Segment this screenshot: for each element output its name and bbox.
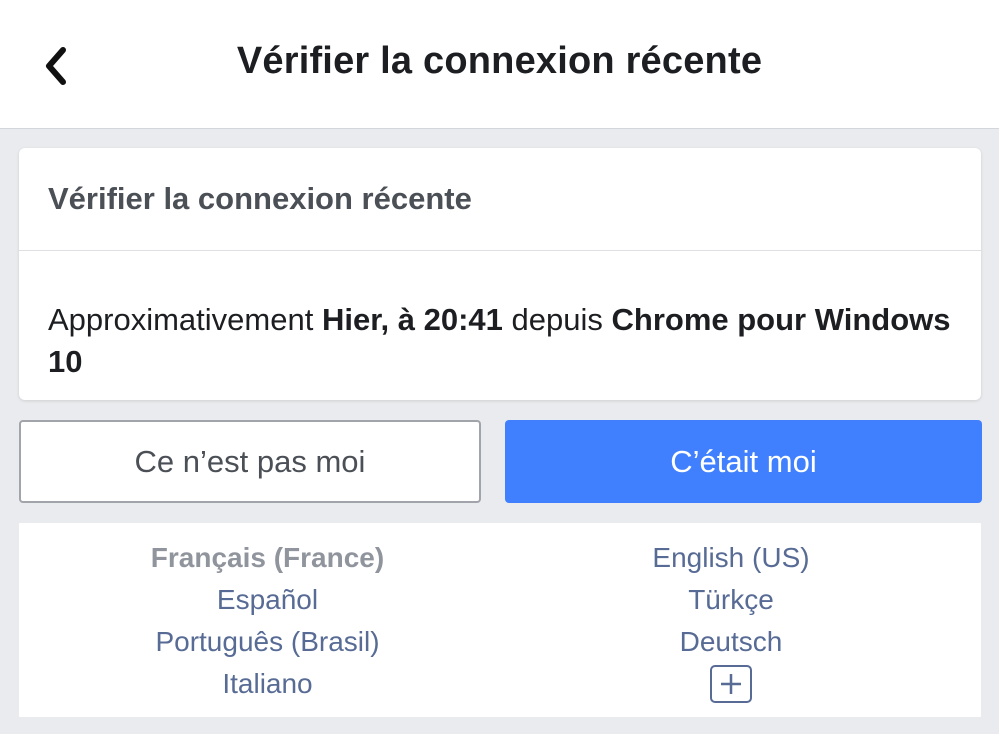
- recent-login-card: Vérifier la connexion récente Approximat…: [19, 148, 981, 400]
- login-prefix-text: Approximativement: [48, 302, 322, 337]
- language-link[interactable]: Deutsch: [500, 621, 962, 663]
- card-title: Vérifier la connexion récente: [19, 148, 981, 251]
- language-link[interactable]: Português (Brasil): [19, 621, 516, 663]
- plus-icon: [721, 674, 741, 694]
- language-selector: Français (France) Español Português (Bra…: [19, 523, 981, 717]
- not-me-button[interactable]: Ce n’est pas moi: [19, 420, 481, 503]
- page-title: Vérifier la connexion récente: [236, 40, 763, 82]
- it-was-me-button[interactable]: C’était moi: [505, 420, 982, 503]
- top-navigation-bar: Vérifier la connexion récente: [0, 0, 999, 129]
- login-time: Hier, à 20:41: [321, 302, 503, 337]
- language-link[interactable]: Italiano: [19, 663, 516, 705]
- language-link[interactable]: English (US): [500, 537, 962, 579]
- language-link[interactable]: Español: [19, 579, 516, 621]
- more-languages-button[interactable]: [710, 665, 752, 703]
- login-details-text: Approximativement Hier, à 20:41 depuis C…: [19, 251, 981, 383]
- language-link[interactable]: Türkçe: [500, 579, 962, 621]
- language-column-right: English (US) Türkçe Deutsch: [500, 537, 962, 703]
- language-column-left: Français (France) Español Português (Bra…: [19, 537, 516, 705]
- language-current: Français (France): [150, 542, 385, 573]
- login-middle-text: depuis: [502, 302, 612, 337]
